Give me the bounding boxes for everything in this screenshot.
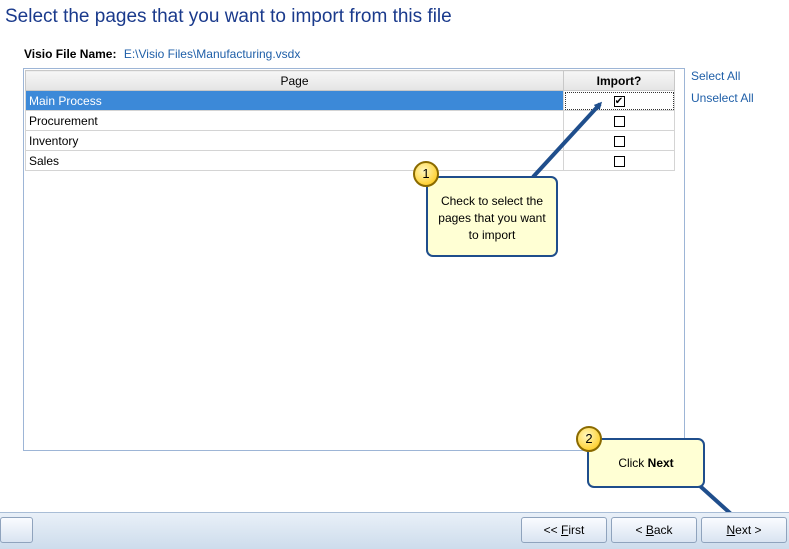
page-name-cell[interactable]: Procurement: [25, 110, 564, 131]
column-header-page[interactable]: Page: [25, 70, 564, 91]
back-button-prefix: <: [635, 523, 646, 537]
bottom-left-button[interactable]: [0, 517, 33, 543]
unselect-all-link[interactable]: Unselect All: [691, 91, 754, 105]
file-name-label: Visio File Name:: [24, 47, 117, 61]
import-checkbox[interactable]: [613, 155, 625, 167]
import-checkbox[interactable]: [613, 135, 625, 147]
page-name-cell[interactable]: Inventory: [25, 130, 564, 151]
next-button-accel: N: [726, 523, 736, 537]
select-all-link[interactable]: Select All: [691, 69, 740, 83]
column-header-import[interactable]: Import?: [563, 70, 675, 91]
import-cell[interactable]: ✔: [563, 90, 675, 111]
table-row[interactable]: Main Process ✔: [25, 90, 675, 111]
first-button-prefix: <<: [543, 523, 561, 537]
table-row[interactable]: Sales: [25, 150, 675, 171]
import-checkbox[interactable]: [613, 115, 625, 127]
callout-2-badge: 2: [576, 426, 602, 452]
next-button[interactable]: Next >: [701, 517, 787, 543]
callout-2: Click Next: [587, 438, 705, 488]
callout-1-badge: 1: [413, 161, 439, 187]
pages-table: Page Import? Main Process ✔ Procurement Inv…: [25, 70, 675, 171]
page-name-cell[interactable]: Main Process: [25, 90, 564, 111]
callout-1: Check to select the pages that you want …: [426, 176, 558, 257]
table-row[interactable]: Inventory: [25, 130, 675, 151]
file-name-row: Visio File Name: E:\Visio Files\Manufact…: [24, 47, 300, 61]
back-button[interactable]: < Back: [611, 517, 697, 543]
first-button[interactable]: << First: [521, 517, 607, 543]
next-button-rest: ext >: [735, 523, 762, 537]
import-cell[interactable]: [563, 130, 675, 151]
callout-2-text-bold: Next: [647, 456, 674, 470]
back-button-rest: ack: [653, 523, 673, 537]
table-row[interactable]: Procurement: [25, 110, 675, 131]
page-title: Select the pages that you want to import…: [5, 6, 452, 27]
import-checkbox[interactable]: ✔: [613, 95, 625, 107]
file-name-value: E:\Visio Files\Manufacturing.vsdx: [123, 47, 301, 61]
page-name-cell[interactable]: Sales: [25, 150, 564, 171]
first-button-rest: irst: [568, 523, 585, 537]
pages-grid-panel: Page Import? Main Process ✔ Procurement Inv…: [23, 68, 685, 451]
import-cell[interactable]: [563, 110, 675, 131]
import-cell[interactable]: [563, 150, 675, 171]
callout-1-text: Check to select the pages that you want …: [438, 194, 546, 242]
callout-2-text-prefix: Click: [618, 456, 648, 470]
back-button-accel: B: [645, 523, 654, 537]
